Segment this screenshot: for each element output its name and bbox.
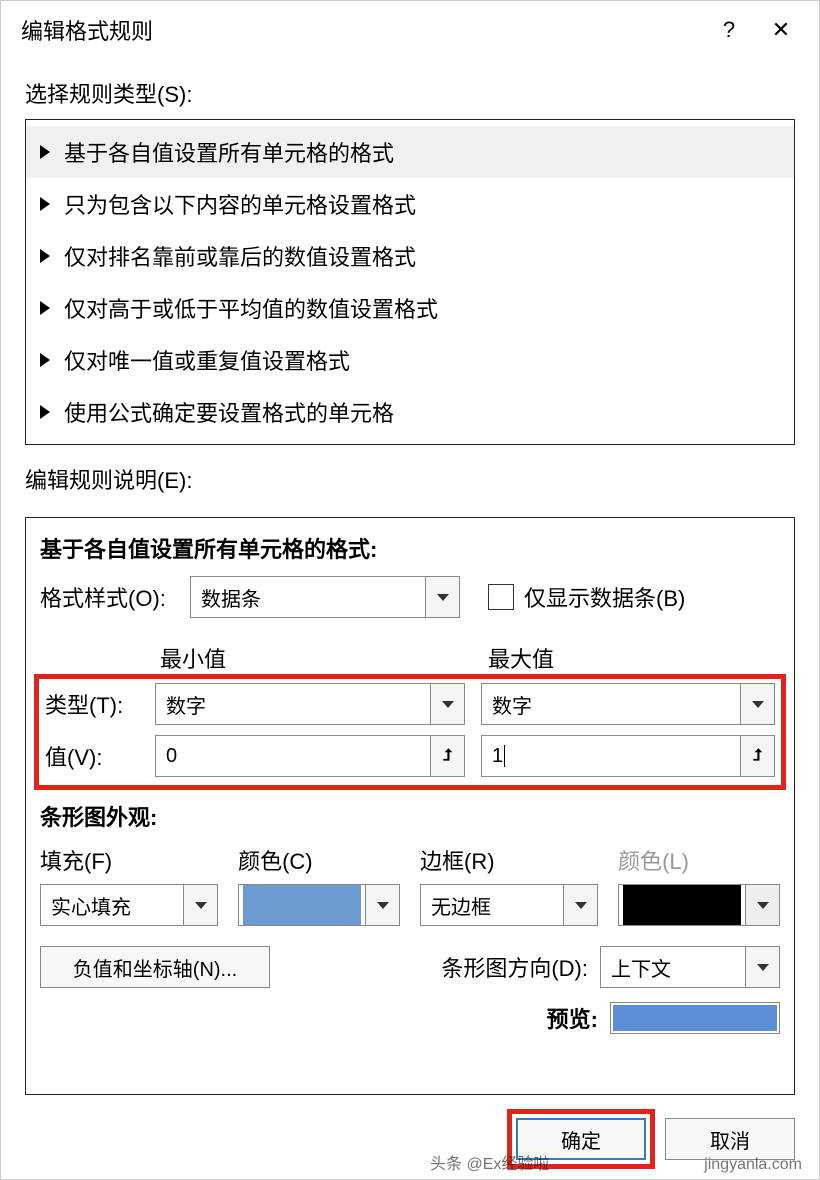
value-row: 值(V): 0 ⮥ 1 ⮥ <box>45 735 775 777</box>
value-label: 值(V): <box>45 740 155 772</box>
neg-axis-direction-row: 负值和坐标轴(N)... 条形图方向(D): 上下文 <box>40 946 780 988</box>
min-max-header: 最小值 最大值 <box>160 642 780 674</box>
max-type-combo[interactable]: 数字 <box>481 683 775 725</box>
chevron-down-icon <box>745 885 779 925</box>
preview-row: 预览: <box>40 1002 780 1034</box>
fill-color-combo[interactable] <box>238 884 400 926</box>
desc-heading: 基于各自值设置所有单元格的格式: <box>40 532 780 564</box>
type-row: 类型(T): 数字 数字 <box>45 683 775 725</box>
max-header: 最大值 <box>488 642 554 674</box>
ref-select-icon[interactable]: ⮥ <box>740 736 774 776</box>
chevron-down-icon <box>425 577 459 617</box>
rule-type-list: 基于各自值设置所有单元格的格式 只为包含以下内容的单元格设置格式 仅对排名靠前或… <box>25 119 795 445</box>
titlebar: 编辑格式规则 ? ✕ <box>1 1 819 59</box>
preview-bar <box>613 1005 777 1031</box>
rule-item-contains[interactable]: 只为包含以下内容的单元格设置格式 <box>26 178 794 230</box>
max-value-input[interactable]: 1 ⮥ <box>481 735 775 777</box>
triangle-icon <box>40 301 50 315</box>
preview-label: 预览: <box>547 1002 598 1034</box>
border-label: 边框(R) <box>420 844 598 876</box>
rule-item-values[interactable]: 基于各自值设置所有单元格的格式 <box>26 126 794 178</box>
show-bar-only-checkbox[interactable] <box>488 584 514 610</box>
dialog-content: 选择规则类型(S): 基于各自值设置所有单元格的格式 只为包含以下内容的单元格设… <box>1 59 819 1179</box>
bar-direction-label: 条形图方向(D): <box>441 951 588 983</box>
help-button[interactable]: ? <box>703 10 755 50</box>
rule-item-formula[interactable]: 使用公式确定要设置格式的单元格 <box>26 386 794 438</box>
bar-appearance-heading: 条形图外观: <box>40 800 780 832</box>
close-button[interactable]: ✕ <box>755 10 807 50</box>
preview-box <box>610 1002 780 1034</box>
border-color-label: 颜色(L) <box>618 844 780 876</box>
border-combo[interactable]: 无边框 <box>420 884 598 926</box>
format-style-row: 格式样式(O): 数据条 仅显示数据条(B) <box>40 576 780 618</box>
format-style-label: 格式样式(O): <box>40 581 190 613</box>
min-max-highlight: 类型(T): 数字 数字 值(V): 0 ⮥ <box>34 674 786 790</box>
triangle-icon <box>40 405 50 419</box>
border-color-combo <box>618 884 780 926</box>
min-value-input[interactable]: 0 ⮥ <box>155 735 465 777</box>
min-type-combo[interactable]: 数字 <box>155 683 465 725</box>
triangle-icon <box>40 145 50 159</box>
min-header: 最小值 <box>160 642 488 674</box>
edit-rule-desc-label: 编辑规则说明(E): <box>25 463 795 495</box>
chevron-down-icon <box>745 947 779 987</box>
bar-direction-combo[interactable]: 上下文 <box>600 946 780 988</box>
rule-item-average[interactable]: 仅对高于或低于平均值的数值设置格式 <box>26 282 794 334</box>
triangle-icon <box>40 353 50 367</box>
chevron-down-icon <box>365 885 399 925</box>
rule-description-box: 基于各自值设置所有单元格的格式: 格式样式(O): 数据条 仅显示数据条(B) … <box>25 517 795 1095</box>
triangle-icon <box>40 249 50 263</box>
select-rule-type-label: 选择规则类型(S): <box>25 77 795 109</box>
fill-color-swatch <box>243 885 361 925</box>
format-style-combo[interactable]: 数据条 <box>190 576 460 618</box>
triangle-icon <box>40 197 50 211</box>
show-bar-only-label: 仅显示数据条(B) <box>524 581 685 613</box>
edit-format-rule-dialog: 编辑格式规则 ? ✕ 选择规则类型(S): 基于各自值设置所有单元格的格式 只为… <box>0 0 820 1180</box>
appearance-controls-row: 实心填充 无边框 <box>40 884 780 926</box>
chevron-down-icon <box>430 684 464 724</box>
color-label: 颜色(C) <box>238 844 400 876</box>
chevron-down-icon <box>740 684 774 724</box>
rule-item-rank[interactable]: 仅对排名靠前或靠后的数值设置格式 <box>26 230 794 282</box>
negative-axis-button[interactable]: 负值和坐标轴(N)... <box>40 946 270 988</box>
chevron-down-icon <box>563 885 597 925</box>
dialog-footer: 确定 取消 <box>25 1109 795 1169</box>
chevron-down-icon <box>183 885 217 925</box>
watermark-source: 头条 @Ex经验啦 <box>430 1150 549 1174</box>
close-icon: ✕ <box>772 17 790 43</box>
fill-combo[interactable]: 实心填充 <box>40 884 218 926</box>
border-color-swatch <box>623 885 741 925</box>
fill-label: 填充(F) <box>40 844 218 876</box>
appearance-labels-row: 填充(F) 颜色(C) 边框(R) 颜色(L) <box>40 844 780 884</box>
watermark-url: jingyanla.com <box>704 1156 802 1174</box>
rule-item-unique[interactable]: 仅对唯一值或重复值设置格式 <box>26 334 794 386</box>
ref-select-icon[interactable]: ⮥ <box>430 736 464 776</box>
dialog-title: 编辑格式规则 <box>13 14 703 46</box>
cancel-button[interactable]: 取消 <box>665 1118 795 1160</box>
type-label: 类型(T): <box>45 688 155 720</box>
